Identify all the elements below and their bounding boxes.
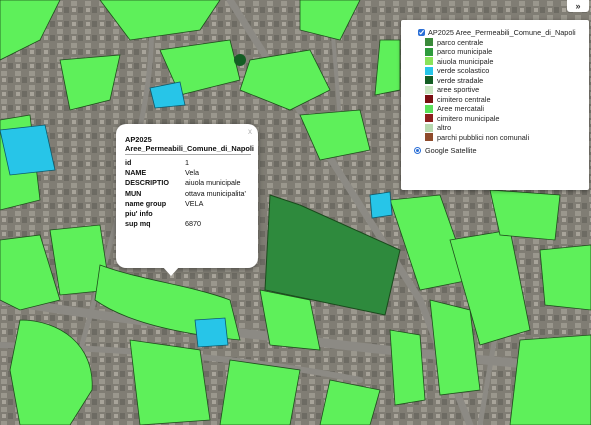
legend-label: Aree mercatali — [437, 104, 485, 114]
legend-swatch — [425, 123, 433, 132]
legend-label: parco municipale — [437, 47, 493, 57]
attribute-value: 6870 — [185, 219, 201, 229]
attribute-key: piu' info — [125, 209, 153, 219]
legend-label: verde stradale — [437, 75, 484, 85]
attribute-value: 1 — [185, 158, 189, 167]
legend-swatch — [425, 76, 433, 85]
legend-swatch — [425, 104, 433, 113]
legend-swatch — [425, 66, 433, 75]
legend-swatch — [425, 85, 433, 94]
legend-label: parco centrale — [437, 37, 484, 47]
legend-swatch — [425, 57, 433, 66]
attribute-key: DESCRIPTIO — [125, 178, 169, 188]
attribute-value: aiuola municipale — [185, 178, 241, 188]
legend-item: Aree mercatali — [414, 104, 583, 114]
layer-control-toggle-button[interactable]: » — [567, 0, 589, 12]
attribute-row: name group VELA — [125, 199, 251, 209]
legend-item: cimitero centrale — [414, 94, 583, 104]
legend-swatch — [425, 95, 433, 104]
legend-label: aree sportive — [437, 85, 480, 95]
attribute-row: sup mq 6870 — [125, 219, 251, 229]
basemap-row[interactable]: Google Satellite — [414, 146, 583, 156]
attribute-value: VELA — [185, 198, 204, 208]
legend-swatch — [425, 133, 433, 142]
popup-close-button[interactable]: x — [248, 127, 252, 136]
attribute-value: ottava municipalita' — [185, 188, 246, 198]
legend-item: verde scolastico — [414, 66, 583, 76]
attribute-row: id 1 — [125, 158, 251, 168]
attribute-row: DESCRIPTIO aiuola municipale — [125, 178, 251, 188]
attribute-value: Vela — [185, 168, 199, 178]
attribute-row: MUN ottava municipalita' — [125, 189, 251, 199]
feature-popup: x AP2025 Aree_Permeabili_Comune_di_Napol… — [116, 124, 258, 268]
overlay-layer-label[interactable]: AP2025 Aree_Permeabili_Comune_di_Napoli — [428, 28, 576, 37]
legend-label: altro — [437, 123, 452, 133]
attribute-value[interactable] — [185, 209, 251, 219]
popup-title: AP2025 Aree_Permeabili_Comune_di_Napoli — [125, 135, 254, 155]
legend-list: parco centrale parco municipale aiuola mun… — [414, 37, 583, 142]
legend-label: verde scolastico — [437, 66, 490, 76]
attribute-key: id — [125, 158, 132, 167]
attribute-key: sup mq — [125, 219, 151, 229]
attribute-key: NAME — [125, 168, 147, 178]
legend-item: aiuola municipale — [414, 56, 583, 66]
attribute-key: name group — [125, 198, 167, 208]
attribute-row: NAME Vela — [125, 168, 251, 178]
basemap-radio[interactable] — [414, 147, 421, 155]
popup-title-line2: Aree_Permeabili_Comune_di_Napoli — [125, 144, 254, 153]
legend-item: parco municipale — [414, 47, 583, 57]
legend-swatch — [425, 47, 433, 56]
legend-item: parchi pubblici non comunali — [414, 132, 583, 142]
legend-swatch — [425, 114, 433, 123]
legend-item: parco centrale — [414, 37, 583, 47]
legend-label: cimitero centrale — [437, 94, 491, 104]
legend-label: parchi pubblici non comunali — [437, 132, 530, 142]
popup-tip — [162, 266, 180, 276]
legend-item: verde stradale — [414, 75, 583, 85]
legend-item: aree sportive — [414, 85, 583, 95]
basemap-label[interactable]: Google Satellite — [425, 146, 477, 155]
overlay-layer-checkbox[interactable] — [418, 29, 425, 37]
legend-label: aiuola municipale — [437, 56, 494, 66]
legend-label: cimitero municipale — [437, 113, 500, 123]
legend-item: altro — [414, 123, 583, 133]
attribute-row: piu' info — [125, 209, 251, 219]
layer-control-panel: AP2025 Aree_Permeabili_Comune_di_Napoli … — [401, 20, 589, 190]
legend-swatch — [425, 38, 433, 47]
attribute-key: MUN — [125, 188, 142, 198]
overlay-layer-row[interactable]: AP2025 Aree_Permeabili_Comune_di_Napoli — [414, 28, 583, 37]
popup-title-line1: AP2025 — [125, 135, 152, 144]
legend-item: cimitero municipale — [414, 113, 583, 123]
